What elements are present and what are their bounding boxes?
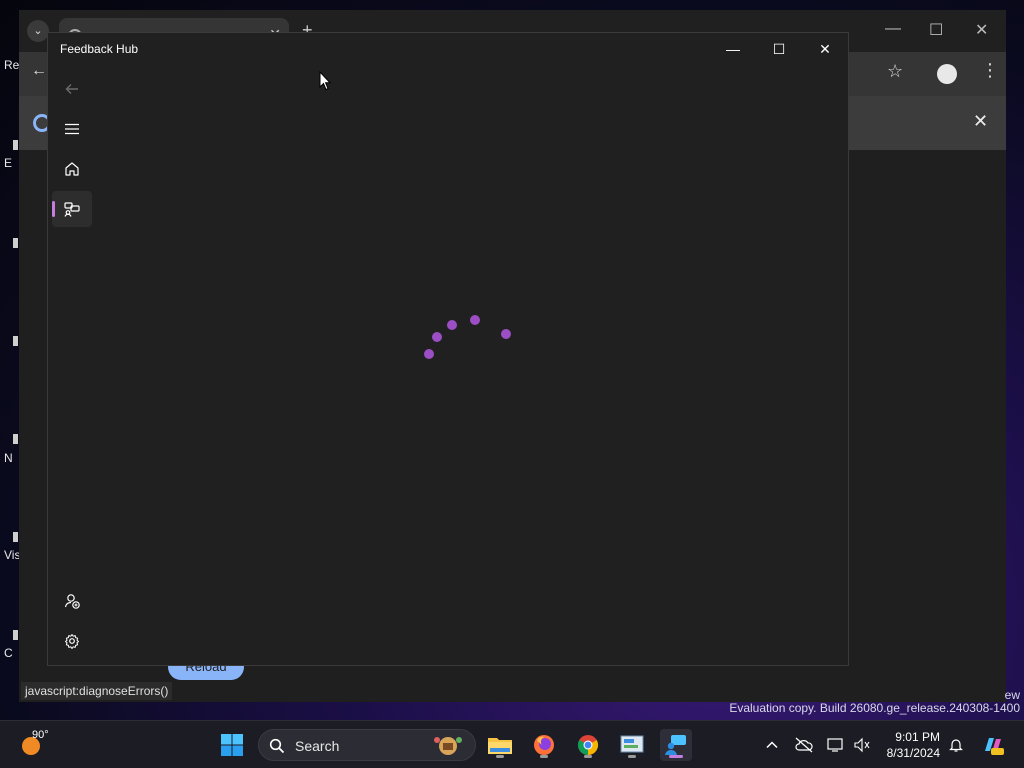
clock-date: 8/31/2024 bbox=[886, 746, 940, 760]
copilot-icon bbox=[985, 738, 1004, 755]
running-indicator bbox=[628, 755, 636, 758]
desktop-icon-label[interactable]: N bbox=[4, 451, 13, 465]
taskbar-feedback-hub[interactable] bbox=[660, 729, 692, 761]
control-panel-icon bbox=[620, 735, 644, 753]
desktop-icon-label[interactable]: E bbox=[4, 156, 12, 170]
desktop-icon-label[interactable]: C bbox=[4, 646, 13, 660]
evaluation-watermark: Evaluation copy. Build 26080.ge_release.… bbox=[729, 701, 1020, 715]
person-add-icon bbox=[64, 594, 80, 609]
bookmark-star-icon[interactable]: ☆ bbox=[887, 61, 903, 82]
spinner-dot bbox=[424, 349, 434, 359]
running-indicator bbox=[540, 755, 548, 758]
desktop-icon[interactable] bbox=[13, 140, 18, 150]
weather-temperature: 90° bbox=[32, 729, 49, 741]
profile-avatar-icon[interactable] bbox=[937, 64, 957, 84]
maximize-button[interactable]: ☐ bbox=[756, 38, 802, 60]
chrome-icon bbox=[577, 735, 599, 756]
hamburger-menu-button[interactable] bbox=[52, 111, 92, 147]
search-icon bbox=[269, 738, 285, 754]
desktop-icon[interactable] bbox=[13, 630, 18, 640]
taskbar-chrome[interactable] bbox=[572, 729, 604, 761]
firefox-icon bbox=[534, 735, 554, 755]
onedrive-tray-icon[interactable] bbox=[794, 735, 814, 755]
desktop-icon[interactable] bbox=[13, 434, 18, 444]
windows-logo-icon bbox=[221, 734, 243, 756]
taskbar-search-box[interactable]: Search bbox=[258, 729, 476, 761]
network-tray-icon[interactable] bbox=[826, 735, 846, 755]
chevron-up-icon bbox=[766, 741, 778, 749]
home-icon bbox=[65, 162, 79, 176]
desktop-icon[interactable] bbox=[13, 238, 18, 248]
taskbar-file-explorer[interactable] bbox=[484, 729, 516, 761]
running-indicator-active bbox=[669, 755, 683, 758]
speaker-muted-icon bbox=[854, 737, 870, 753]
close-button[interactable]: ✕ bbox=[802, 38, 848, 60]
volume-tray-icon[interactable] bbox=[852, 735, 872, 755]
feedback-icon bbox=[64, 202, 80, 217]
search-placeholder: Search bbox=[295, 738, 340, 754]
desktop-icon-label[interactable]: Vis bbox=[4, 548, 20, 562]
notifications-button[interactable] bbox=[946, 735, 966, 755]
status-bar-url: javascript:diagnoseErrors() bbox=[21, 682, 173, 700]
folder-icon bbox=[488, 738, 512, 754]
info-bar-close-icon[interactable]: ✕ bbox=[973, 111, 988, 132]
active-indicator bbox=[52, 201, 55, 217]
search-highlight-icon bbox=[434, 737, 462, 755]
navigation-pane bbox=[48, 73, 96, 665]
bell-icon bbox=[949, 739, 963, 752]
desktop-icon-label[interactable]: Re bbox=[4, 58, 19, 72]
watermark-fragment: ew bbox=[1004, 688, 1020, 702]
network-monitor-icon bbox=[827, 738, 843, 752]
spinner-dot bbox=[470, 315, 480, 325]
menu-kebab-icon[interactable]: ⋮ bbox=[981, 60, 999, 81]
clock-time: 9:01 PM bbox=[895, 730, 940, 744]
copilot-button[interactable] bbox=[980, 732, 1006, 758]
hamburger-icon bbox=[65, 123, 79, 135]
feedback-hub-window: Feedback Hub — ☐ ✕ bbox=[47, 32, 849, 666]
running-indicator bbox=[584, 755, 592, 758]
running-indicator bbox=[496, 755, 504, 758]
nav-item-feedback[interactable] bbox=[52, 191, 92, 227]
add-account-button[interactable] bbox=[52, 583, 92, 619]
taskbar-control-panel[interactable] bbox=[616, 729, 648, 761]
feedback-hub-icon bbox=[665, 735, 686, 755]
cloud-off-icon bbox=[795, 737, 813, 753]
back-arrow-icon bbox=[65, 84, 78, 94]
back-arrow-icon[interactable]: ← bbox=[31, 62, 47, 80]
window-title: Feedback Hub bbox=[60, 42, 139, 56]
desktop-icon[interactable] bbox=[13, 336, 18, 346]
show-hidden-icons-button[interactable] bbox=[762, 735, 782, 755]
spinner-dot bbox=[432, 332, 442, 342]
start-button[interactable] bbox=[216, 729, 248, 761]
gear-icon bbox=[65, 634, 79, 649]
desktop-icon[interactable] bbox=[13, 532, 18, 542]
settings-button[interactable] bbox=[52, 623, 92, 659]
spinner-dot bbox=[501, 329, 511, 339]
spinner-dot bbox=[447, 320, 457, 330]
mouse-cursor-icon bbox=[319, 71, 331, 91]
minimize-button[interactable]: — bbox=[710, 38, 756, 60]
tab-search-chevron-icon[interactable]: ⌄ bbox=[27, 20, 49, 42]
back-button[interactable] bbox=[52, 71, 92, 107]
browser-maximize-button[interactable]: ☐ bbox=[929, 20, 943, 40]
browser-minimize-button[interactable]: — bbox=[885, 20, 901, 38]
taskbar-firefox[interactable] bbox=[528, 729, 560, 761]
browser-close-button[interactable]: ✕ bbox=[975, 20, 988, 40]
taskbar: 90° Search 9:01 PM 8/31/2024 bbox=[0, 720, 1024, 768]
nav-item-home[interactable] bbox=[52, 151, 92, 187]
